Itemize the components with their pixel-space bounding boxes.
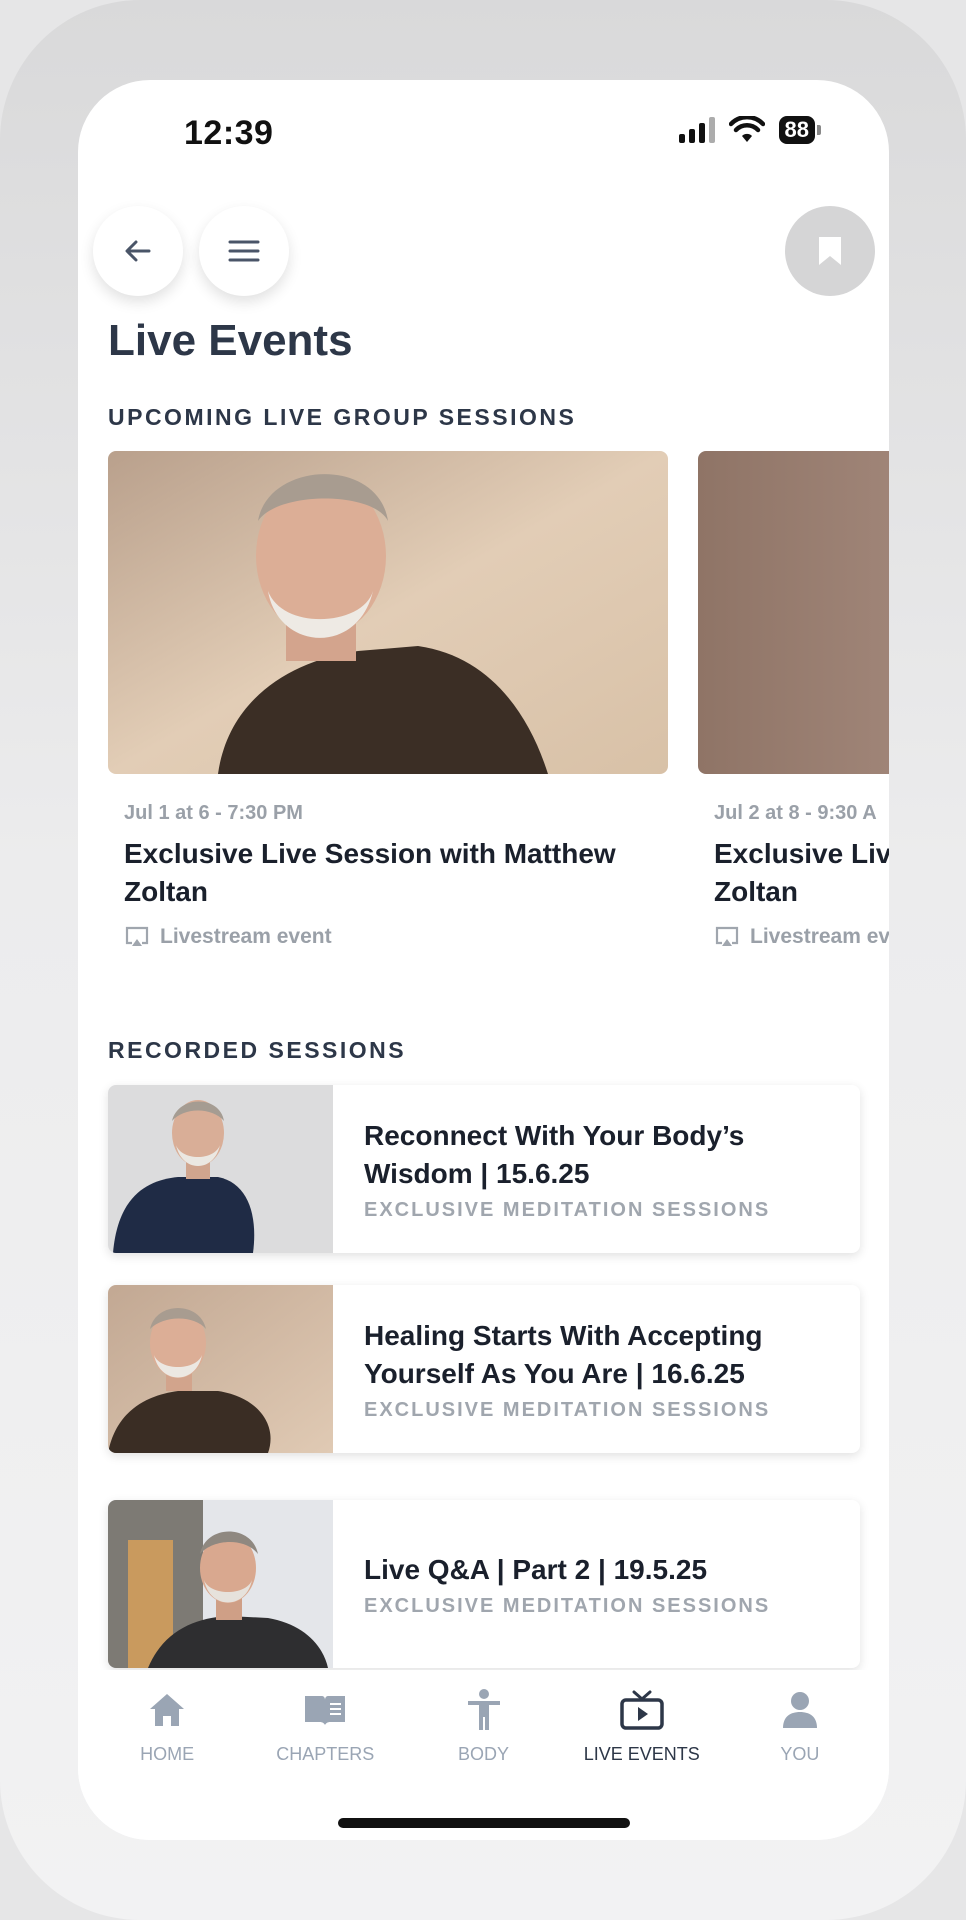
- user-icon: [781, 1688, 819, 1732]
- session-thumbnail: [108, 1500, 333, 1668]
- bookmark-icon: [819, 237, 841, 265]
- event-card[interactable]: Jul 1 at 6 - 7:30 PM Exclusive Live Sess…: [108, 451, 668, 949]
- session-category: EXCLUSIVE MEDITATION SESSIONS: [364, 1398, 771, 1421]
- recorded-section-title: RECORDED SESSIONS: [108, 1037, 407, 1063]
- tab-label: YOU: [780, 1744, 820, 1764]
- tab-home[interactable]: HOME: [88, 1670, 246, 1840]
- tab-chapters[interactable]: CHAPTERS: [246, 1670, 404, 1840]
- tab-live-events[interactable]: LIVE EVENTS: [563, 1670, 721, 1840]
- recorded-session-card[interactable]: Healing Starts With Accepting Yourself A…: [108, 1285, 860, 1453]
- bottom-tab-bar: HOME CHAPTERS BODY LIVE EVENTS YOU: [78, 1670, 889, 1840]
- event-type: Livestream ev: [714, 925, 889, 949]
- tab-label: HOME: [140, 1744, 195, 1764]
- event-date: Jul 2 at 8 - 9:30 A: [714, 802, 877, 824]
- tab-label: CHAPTERS: [276, 1744, 375, 1764]
- recorded-session-card[interactable]: Live Q&A | Part 2 | 19.5.25 EXCLUSIVE ME…: [108, 1500, 860, 1668]
- home-icon: [147, 1688, 187, 1732]
- book-icon: [302, 1688, 348, 1732]
- menu-button[interactable]: [199, 206, 289, 296]
- session-thumbnail: [108, 1285, 333, 1453]
- session-category: EXCLUSIVE MEDITATION SESSIONS: [364, 1594, 771, 1617]
- session-title: Live Q&A | Part 2 | 19.5.25: [364, 1553, 708, 1585]
- hamburger-menu-icon: [228, 240, 260, 262]
- session-thumbnail: [108, 1085, 333, 1253]
- battery-level: 88: [778, 116, 815, 144]
- screen-cast-icon: [715, 926, 739, 946]
- session-category: EXCLUSIVE MEDITATION SESSIONS: [364, 1198, 771, 1221]
- tv-icon: [619, 1688, 665, 1732]
- session-title: Healing Starts With Accepting Yourself A…: [364, 1319, 763, 1389]
- body-icon: [464, 1688, 504, 1732]
- event-title: Exclusive Live Session with Matthew Zolt…: [124, 838, 616, 907]
- status-indicators: 88: [678, 116, 821, 144]
- wifi-icon: [728, 116, 765, 142]
- battery-icon: 88: [778, 116, 821, 144]
- upcoming-section-title: UPCOMING LIVE GROUP SESSIONS: [108, 404, 577, 430]
- tab-you[interactable]: YOU: [721, 1670, 879, 1840]
- session-title: Reconnect With Your Body’s Wisdom | 15.6…: [364, 1119, 745, 1189]
- bookmark-button[interactable]: [785, 206, 875, 296]
- cellular-signal-icon: [678, 117, 715, 143]
- event-type-label: Livestream event: [160, 925, 332, 948]
- event-image: [698, 451, 889, 774]
- event-type: Livestream event: [124, 925, 668, 949]
- arrow-left-icon: [125, 240, 151, 262]
- home-indicator[interactable]: [338, 1818, 630, 1828]
- app-screen: 12:39 88 Live Events UPCOMING LIVE GROUP…: [78, 80, 889, 1840]
- tab-label: BODY: [458, 1744, 510, 1764]
- event-image: [108, 451, 668, 774]
- recorded-session-card[interactable]: Reconnect With Your Body’s Wisdom | 15.6…: [108, 1085, 860, 1253]
- screen-cast-icon: [125, 926, 149, 946]
- event-card[interactable]: Jul 2 at 8 - 9:30 A Exclusive Live Sessi…: [698, 451, 889, 949]
- event-date: Jul 1 at 6 - 7:30 PM: [124, 802, 303, 824]
- tab-label: LIVE EVENTS: [583, 1744, 700, 1764]
- tab-body[interactable]: BODY: [404, 1670, 562, 1840]
- status-time: 12:39: [184, 114, 274, 152]
- page-title: Live Events: [108, 316, 353, 365]
- event-title: Exclusive Live Session with Matthew Zolt…: [714, 838, 889, 907]
- back-button[interactable]: [93, 206, 183, 296]
- event-type-label: Livestream ev: [750, 925, 889, 948]
